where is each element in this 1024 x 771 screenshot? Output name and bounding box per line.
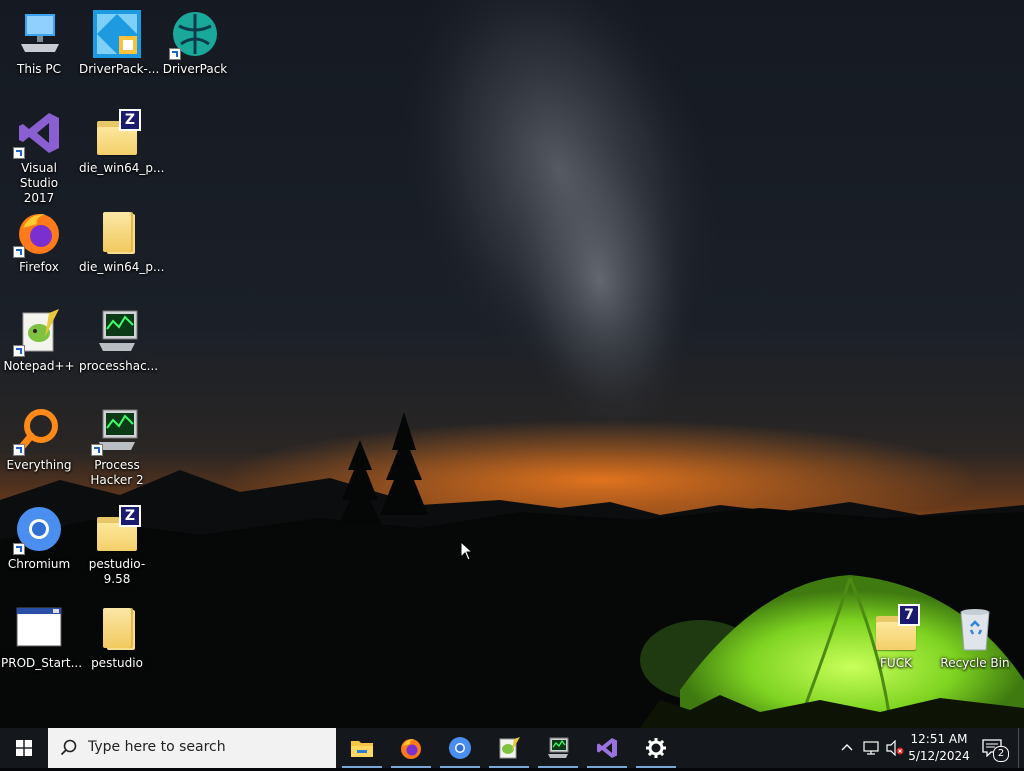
taskbar-chromium[interactable] [436,728,484,768]
icon-label: Process Hacker 2 [90,458,144,487]
notepadpp-icon [499,737,520,759]
taskbar-search-box[interactable]: Type here to search [48,728,336,768]
taskbar-process-hacker[interactable] [534,728,582,768]
folder-icon [93,208,141,256]
icon-label: DriverPack [162,62,228,76]
volume-button[interactable] [884,728,906,768]
icon-label: Visual Studio 2017 [19,161,59,205]
desktop-icon-visual-studio[interactable]: Visual Studio 2017 [0,103,78,205]
search-placeholder: Type here to search [88,739,226,755]
recycle-bin-icon [951,604,999,652]
chromium-icon [449,737,471,759]
icon-label: die_win64_p... [79,161,165,175]
icon-label: PROD_Start... [1,656,83,670]
shortcut-arrow-icon [13,444,25,456]
shortcut-arrow-icon [13,543,25,555]
notification-count-badge: 2 [993,746,1009,762]
search-icon [60,739,77,756]
clock-time: 12:51 AM [910,732,968,746]
icon-label: pestudio-9.58 [88,557,146,586]
network-status-button[interactable] [860,728,882,768]
visual-studio-icon [13,109,63,159]
mouse-cursor [460,540,474,561]
action-center-button[interactable]: 2 [978,728,1012,768]
show-hidden-icons-button[interactable] [836,728,858,768]
zip-archive-icon: Z [93,109,141,157]
process-hacker-icon [548,737,569,758]
desktop-icon-processhacker-dots[interactable]: processhac... [78,301,159,393]
volume-muted-icon [886,740,904,756]
everything-icon [13,406,63,456]
desktop-icon-die-win64-folder[interactable]: die_win64_p... [78,202,165,294]
taskbar: Type here to search 12:51 AM 5/12/2024 2 [0,728,1024,768]
desktop-icon-pestudio[interactable]: pestudio [78,598,156,690]
computer-icon [15,10,63,58]
icon-label: DriverPack-... [79,62,160,76]
taskbar-visual-studio[interactable] [583,728,631,768]
desktop-icon-notepadpp[interactable]: Notepad++ [0,301,78,393]
clock-button[interactable]: 12:51 AM 5/12/2024 [906,728,972,771]
icon-label: Recycle Bin [940,656,1010,670]
desktop-icon-firefox[interactable]: Firefox [0,202,78,294]
taskbar-firefox[interactable] [387,728,435,768]
clock-date: 5/12/2024 [908,749,970,763]
icon-label: die_win64_p... [79,260,165,274]
application-window-icon [15,604,63,652]
desktop-icon-recycle-bin[interactable]: Recycle Bin [936,598,1014,690]
file-explorer-icon [351,741,373,757]
show-desktop-button[interactable] [1018,728,1024,768]
network-icon [863,741,879,755]
driverpack-icon [169,10,219,60]
icon-label: processhac... [79,359,159,373]
shortcut-arrow-icon [13,246,25,258]
driverpack-installer-icon [93,10,141,58]
shortcut-arrow-icon [91,444,103,456]
process-hacker-icon [91,406,141,456]
desktop-icon-die-win64-zip[interactable]: Z die_win64_p... [78,103,165,195]
taskbar-notepadpp[interactable] [485,728,533,768]
taskbar-settings[interactable] [632,728,680,768]
desktop-icon-driverpack-dots[interactable]: DriverPack-... [78,4,160,96]
folder-icon [93,604,141,652]
icon-label: Chromium [7,557,71,571]
icon-label: This PC [17,62,61,76]
desktop-icon-fuck[interactable]: 7 FUCK [857,598,935,690]
gear-icon [646,738,666,758]
desktop-icon-pestudio-958[interactable]: Z pestudio-9.58 [78,499,156,591]
firefox-icon [401,739,421,759]
shortcut-arrow-icon [169,48,181,60]
shortcut-arrow-icon [13,345,25,357]
chromium-icon [13,505,63,555]
process-hacker-icon [93,307,141,355]
chevron-up-icon [841,744,853,751]
windows-logo-icon [16,740,32,756]
desktop-icon-prod-start[interactable]: PROD_Start... [0,598,83,690]
zip-archive-icon: 7 [872,604,920,652]
desktop-icon-everything[interactable]: Everything [0,400,78,492]
desktop-icon-chromium[interactable]: Chromium [0,499,78,591]
visual-studio-icon [597,738,617,758]
icon-label: FUCK [880,656,912,670]
shortcut-arrow-icon [13,147,25,159]
start-button[interactable] [0,728,48,768]
icon-label: pestudio [91,656,143,670]
icon-label: Notepad++ [3,359,75,373]
zip-archive-icon: Z [93,505,141,553]
desktop-icon-this-pc[interactable]: This PC [0,4,78,96]
icon-label: Everything [6,458,72,472]
firefox-icon [13,208,63,258]
taskbar-file-explorer[interactable] [338,728,386,768]
desktop-icon-driverpack[interactable]: DriverPack [156,4,234,96]
icon-label: Firefox [19,260,59,274]
desktop-icon-process-hacker-2[interactable]: Process Hacker 2 [78,400,156,492]
notepadpp-icon [13,307,63,357]
